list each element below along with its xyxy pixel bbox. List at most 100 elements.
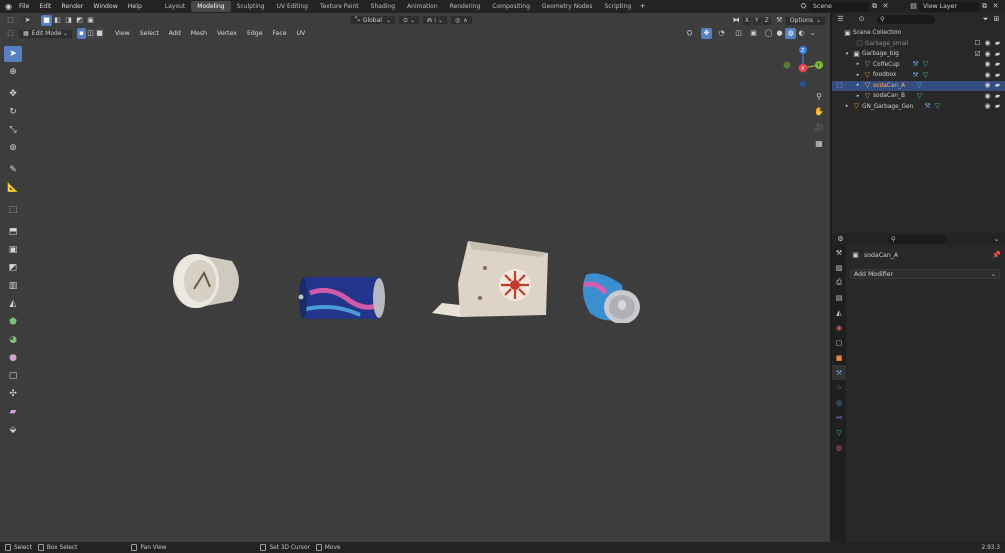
- neg-z-axis-handle[interactable]: [799, 80, 807, 88]
- camera-icon[interactable]: ▰: [992, 80, 1003, 91]
- tab-layout[interactable]: Layout: [159, 1, 191, 12]
- tool-tab-icon[interactable]: ⚒: [832, 245, 846, 260]
- select-intersect-icon[interactable]: ▣: [85, 15, 96, 26]
- rendered-shading-icon[interactable]: ◐: [796, 28, 807, 39]
- view-object-types-icon[interactable]: ⛭: [684, 28, 695, 39]
- material-tab-icon[interactable]: ◍: [832, 440, 846, 455]
- inset-tool-icon[interactable]: ▣: [4, 242, 22, 258]
- camera-icon[interactable]: ▰: [992, 70, 1003, 81]
- render-tab-icon[interactable]: ▨: [832, 260, 846, 275]
- select-invert-icon[interactable]: ◩: [74, 15, 85, 26]
- camera-icon[interactable]: ▰: [992, 101, 1003, 112]
- menu-window[interactable]: Window: [88, 0, 122, 13]
- physics-tab-icon[interactable]: ◎: [832, 395, 846, 410]
- editor-type-icon[interactable]: ☰: [835, 14, 846, 25]
- select-new-icon[interactable]: ■: [41, 14, 52, 26]
- new-collection-icon[interactable]: ⊞: [991, 14, 1002, 25]
- menu-edit[interactable]: Edit: [34, 0, 56, 13]
- tab-animation[interactable]: Animation: [401, 1, 444, 12]
- add-workspace-icon[interactable]: +: [637, 1, 648, 12]
- bevel-tool-icon[interactable]: ◩: [4, 260, 22, 276]
- face-select-icon[interactable]: ■: [95, 28, 104, 39]
- data-tab-icon[interactable]: ▽: [832, 425, 846, 440]
- shading-options-icon[interactable]: ⌄: [807, 28, 818, 39]
- modifiers-tab-icon[interactable]: ⚒: [832, 365, 846, 380]
- expand-arrow-icon[interactable]: ▸: [854, 59, 862, 70]
- rip-region-tool-icon[interactable]: ⬙: [4, 422, 22, 438]
- vertex-select-icon[interactable]: ▪: [77, 28, 86, 39]
- filter-icon[interactable]: ⏷: [980, 14, 991, 25]
- editor-type-icon[interactable]: ⬚: [5, 28, 16, 39]
- menu-help[interactable]: Help: [123, 0, 147, 13]
- mirror-x-toggle[interactable]: X: [741, 15, 753, 26]
- loop-cut-tool-icon[interactable]: ▥: [4, 278, 22, 294]
- output-tab-icon[interactable]: ⎙: [832, 275, 846, 290]
- outliner-item-garbage-small[interactable]: ▢ Garbage_small ☐ ◉ ▰: [832, 39, 1005, 50]
- menu-add[interactable]: Add: [164, 27, 186, 40]
- edit-mode-toggle-icon[interactable]: ⬚: [834, 80, 845, 91]
- pin-icon[interactable]: 📌: [991, 250, 1002, 261]
- overlays-icon[interactable]: ◔: [716, 28, 727, 39]
- perspective-grid-icon[interactable]: ▦: [812, 136, 826, 150]
- outliner-search-input[interactable]: ⚲: [877, 14, 935, 24]
- menu-edge[interactable]: Edge: [242, 27, 268, 40]
- expand-arrow-icon[interactable]: ▸: [843, 101, 851, 112]
- outliner-item-foodbox[interactable]: ▸ ▽ foodbox ⚒ ▽ ◉ ▰: [832, 70, 1005, 81]
- knife-tool-icon[interactable]: ◭: [4, 296, 22, 312]
- outliner-item-sodacan-b[interactable]: ▸ ▽ sodaCan_B ▽ ◉ ▰: [832, 91, 1005, 102]
- view-layer-name[interactable]: View Layer: [919, 1, 979, 12]
- outliner-item-coffecup[interactable]: ▸ ▽ CoffeCup ⚒ ▽ ◉ ▰: [832, 60, 1005, 71]
- 3d-viewport[interactable]: ⬚ ➤ ■ ◧ ◨ ◩ ▣ ⤡ Global ⌄ ⊙ ⌄ ⋒ ⁞ ⌄ ◎ ∧ ⧓ X Y Z…: [0, 13, 830, 542]
- tab-compositing[interactable]: Compositing: [486, 1, 536, 12]
- tab-scripting[interactable]: Scripting: [599, 1, 638, 12]
- tab-rendering[interactable]: Rendering: [444, 1, 487, 12]
- scale-tool-icon[interactable]: ⤡: [4, 122, 22, 138]
- editor-type-icon[interactable]: ⚙: [835, 234, 846, 245]
- wireframe-shading-icon[interactable]: ◯: [763, 28, 774, 39]
- edge-slide-tool-icon[interactable]: ▢: [4, 368, 22, 384]
- coffee-cup-object[interactable]: [173, 254, 243, 308]
- material-shading-icon[interactable]: ◍: [785, 28, 796, 39]
- menu-file[interactable]: File: [14, 0, 34, 13]
- poly-build-tool-icon[interactable]: ⬟: [4, 314, 22, 330]
- view-layer-tab-icon[interactable]: ▤: [832, 290, 846, 305]
- soda-can-b-object[interactable]: [582, 273, 640, 323]
- wrench-icon[interactable]: ⚒: [774, 15, 785, 26]
- options-dropdown[interactable]: Options ⌄: [784, 15, 826, 26]
- zoom-icon[interactable]: ⚲: [812, 89, 826, 103]
- camera-icon[interactable]: ▰: [992, 91, 1003, 102]
- delete-scene-icon[interactable]: ✕: [880, 1, 891, 12]
- scene-objects[interactable]: [160, 223, 660, 323]
- expand-arrow-icon[interactable]: ▸: [854, 80, 862, 91]
- spin-tool-icon[interactable]: ◕: [4, 332, 22, 348]
- xray-icon[interactable]: ◫: [733, 28, 744, 39]
- camera-icon[interactable]: 🎥: [812, 120, 826, 134]
- pan-hand-icon[interactable]: ✋: [812, 104, 826, 118]
- expand-arrow-icon[interactable]: ▸: [854, 70, 862, 81]
- solid-shading-icon[interactable]: ●: [774, 28, 785, 39]
- neg-y-axis-handle[interactable]: [783, 61, 791, 69]
- new-scene-icon[interactable]: ⧉: [869, 1, 880, 12]
- move-tool-icon[interactable]: ✥: [4, 86, 22, 102]
- expand-arrow-icon[interactable]: ▸: [854, 91, 862, 102]
- gizmo-icon[interactable]: ✥: [701, 28, 712, 39]
- select-subtract-icon[interactable]: ◨: [63, 15, 74, 26]
- tab-texture-paint[interactable]: Texture Paint: [314, 1, 365, 12]
- smooth-tool-icon[interactable]: ●: [4, 350, 22, 366]
- constraints-tab-icon[interactable]: ⚯: [832, 410, 846, 425]
- camera-icon[interactable]: ▰: [992, 49, 1003, 60]
- outliner-item-gn-garbage-gen[interactable]: ▸ ▽ GN_Garbage_Gen ⚒ ▽ ◉ ▰: [832, 102, 1005, 113]
- menu-uv[interactable]: UV: [292, 27, 311, 40]
- proportional-editing-button[interactable]: ◎ ∧: [450, 15, 473, 25]
- tool-settings-icon[interactable]: ➤: [22, 14, 33, 26]
- measure-tool-icon[interactable]: 📐: [4, 180, 22, 196]
- transform-orientation-dropdown[interactable]: ⤡ Global ⌄: [350, 15, 396, 25]
- menu-face[interactable]: Face: [268, 27, 292, 40]
- pivot-point-dropdown[interactable]: ⊙ ⌄: [397, 15, 421, 25]
- shear-tool-icon[interactable]: ▰: [4, 404, 22, 420]
- particles-tab-icon[interactable]: ⁘: [832, 380, 846, 395]
- menu-view[interactable]: View: [110, 27, 135, 40]
- transform-tool-icon[interactable]: ⊛: [4, 140, 22, 156]
- view-layer-selector[interactable]: ▤ View Layer ⧉ ✕: [908, 1, 1001, 12]
- expand-arrow-icon[interactable]: ▾: [843, 49, 851, 60]
